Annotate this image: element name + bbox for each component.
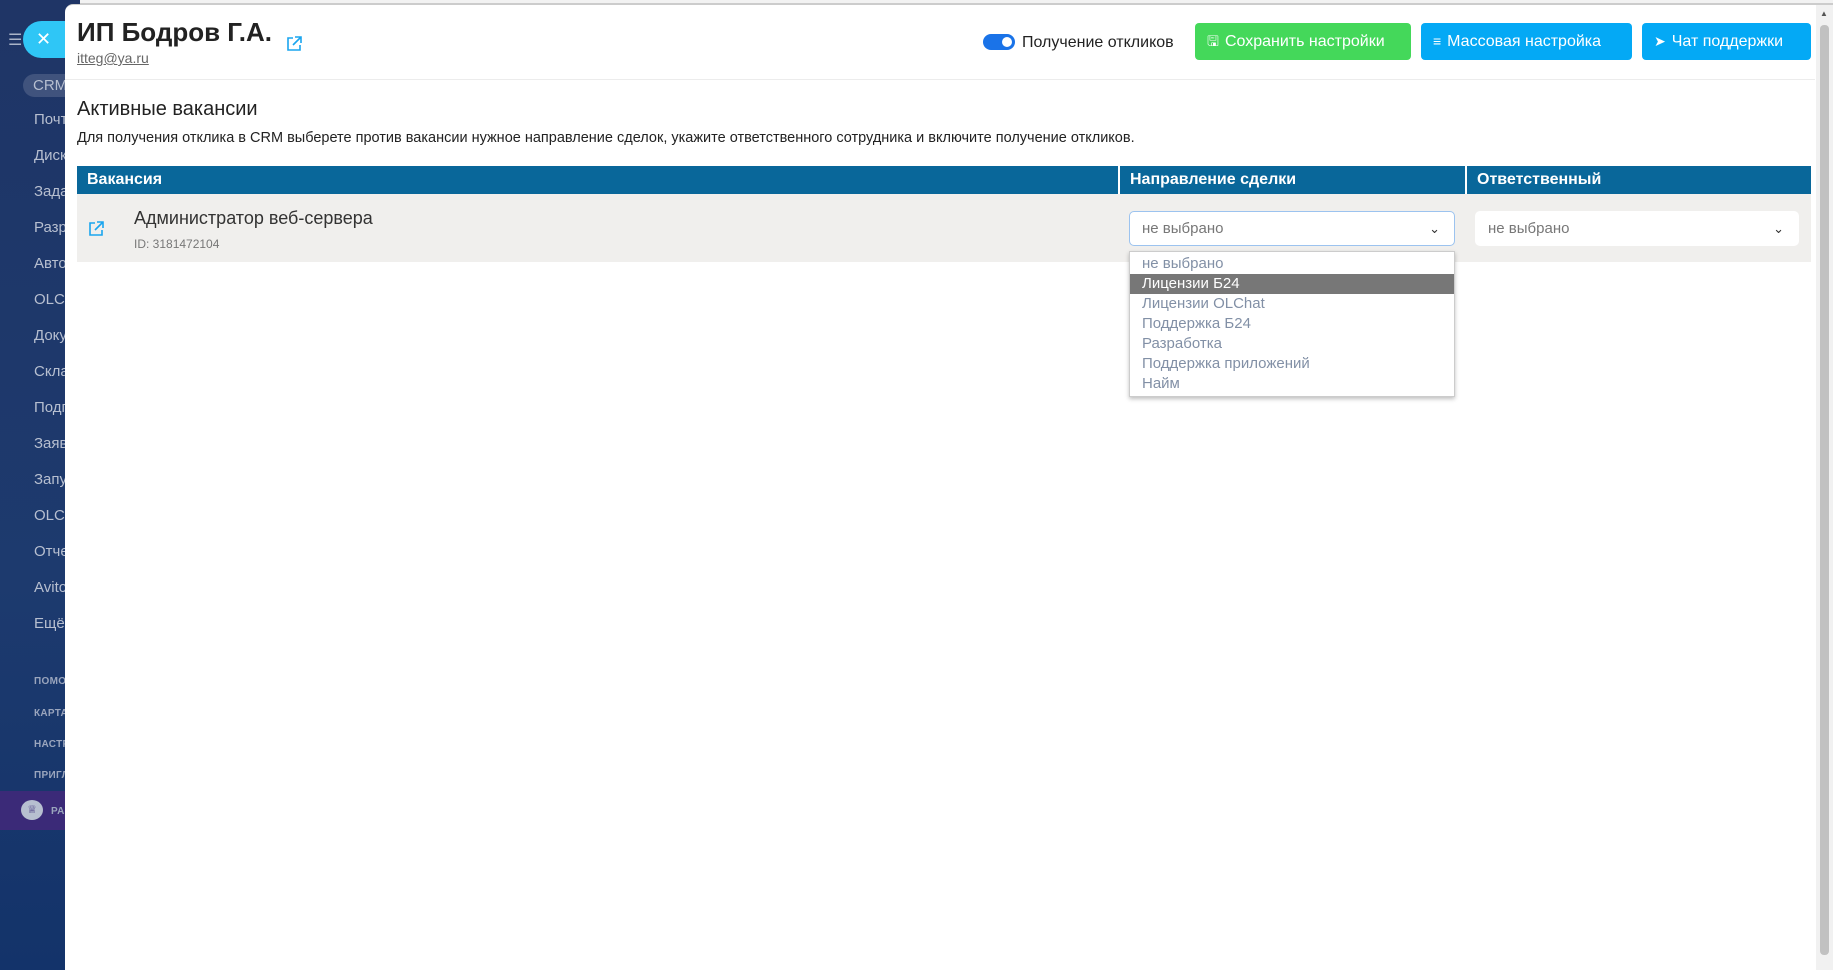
menu-icon[interactable]: ☰: [8, 30, 24, 50]
direction-dropdown-list: не выбрано Лицензии Б24 Лицензии OLChat …: [1129, 251, 1455, 397]
external-link-icon[interactable]: [285, 35, 303, 53]
column-vacancy: Вакансия: [87, 171, 163, 188]
responsible-value: не выбрано: [1488, 220, 1570, 237]
dropdown-option[interactable]: Поддержка приложений: [1130, 354, 1454, 374]
sidebar-small-item[interactable]: ПРИГЛ: [34, 770, 69, 781]
sidebar-item[interactable]: Авто: [34, 255, 67, 272]
vacancies-panel: ИП Бодров Г.А. itteg@ya.ru Получение отк…: [65, 4, 1833, 970]
chevron-down-icon: ⌄: [1429, 221, 1440, 236]
send-icon: ➤: [1654, 33, 1666, 49]
chevron-down-icon: ⌄: [1773, 221, 1784, 236]
toggle-label: Получение откликов: [1022, 34, 1174, 51]
responsible-select[interactable]: не выбрано ⌄: [1475, 211, 1799, 246]
direction-select[interactable]: не выбрано ⌄: [1129, 211, 1455, 246]
company-title: ИП Бодров Г.А.: [77, 17, 273, 47]
header-divider: [65, 79, 1815, 80]
table-header: Вакансия Направление сделки Ответственны…: [77, 166, 1811, 194]
sidebar-item[interactable]: Разр: [34, 219, 67, 236]
sidebar-item-more[interactable]: Ещё: [34, 615, 65, 632]
vacancy-title: Администратор веб-сервера: [134, 208, 373, 228]
section-description: Для получения отклика в CRM выберете про…: [77, 130, 1135, 146]
mass-label: Массовая настройка: [1447, 33, 1602, 50]
support-chat-button[interactable]: ➤ Чат поддержки: [1642, 23, 1811, 60]
section-title: Активные вакансии: [77, 98, 258, 120]
dropdown-option[interactable]: Поддержка Б24: [1130, 314, 1454, 334]
sidebar-small-item[interactable]: КАРТА: [34, 708, 68, 719]
sidebar-item[interactable]: Запу: [34, 471, 67, 488]
sidebar-small-item[interactable]: ПОМО: [34, 676, 66, 687]
sliders-icon: ≡: [1433, 33, 1442, 49]
promo-label[interactable]: РА: [51, 806, 65, 817]
crown-icon: ♕: [21, 800, 43, 820]
sidebar-item[interactable]: Отче: [34, 543, 69, 560]
responses-toggle[interactable]: [983, 34, 1015, 50]
external-link-icon[interactable]: [87, 220, 105, 238]
table-row: Администратор веб-сервера ID: 3181472104…: [77, 194, 1811, 262]
sidebar-item[interactable]: Зада: [34, 183, 69, 200]
sidebar-item[interactable]: Скла: [34, 363, 69, 380]
sidebar-item[interactable]: Доку: [34, 327, 67, 344]
sidebar-item[interactable]: Заяв: [34, 435, 68, 452]
sidebar-item[interactable]: Avito: [34, 579, 67, 596]
direction-value: не выбрано: [1142, 220, 1224, 237]
dropdown-option[interactable]: Найм: [1130, 374, 1454, 394]
save-label: Сохранить настройки: [1224, 33, 1385, 50]
scrollbar-thumb[interactable]: [1820, 25, 1829, 955]
sidebar-item[interactable]: Почт: [34, 111, 67, 128]
chat-label: Чат поддержки: [1671, 33, 1784, 50]
dropdown-option[interactable]: не выбрано: [1130, 254, 1454, 274]
scroll-up-icon[interactable]: ▲: [1820, 9, 1828, 18]
scrollbar[interactable]: ▲: [1816, 5, 1833, 970]
email-link[interactable]: itteg@ya.ru: [77, 50, 149, 66]
dropdown-option[interactable]: Разработка: [1130, 334, 1454, 354]
sidebar-item[interactable]: Диск: [34, 147, 67, 164]
vacancy-id: ID: 3181472104: [134, 237, 220, 251]
column-direction: Направление сделки: [1118, 166, 1465, 194]
close-icon: ✕: [36, 29, 52, 49]
dropdown-option-highlighted[interactable]: Лицензии Б24: [1130, 274, 1454, 294]
mass-settings-button[interactable]: ≡ Массовая настройка: [1421, 23, 1632, 60]
save-icon: 🖫: [1207, 33, 1219, 49]
dropdown-option[interactable]: Лицензии OLChat: [1130, 294, 1454, 314]
save-settings-button[interactable]: 🖫 Сохранить настройки: [1195, 23, 1411, 60]
column-responsible: Ответственный: [1465, 166, 1811, 194]
